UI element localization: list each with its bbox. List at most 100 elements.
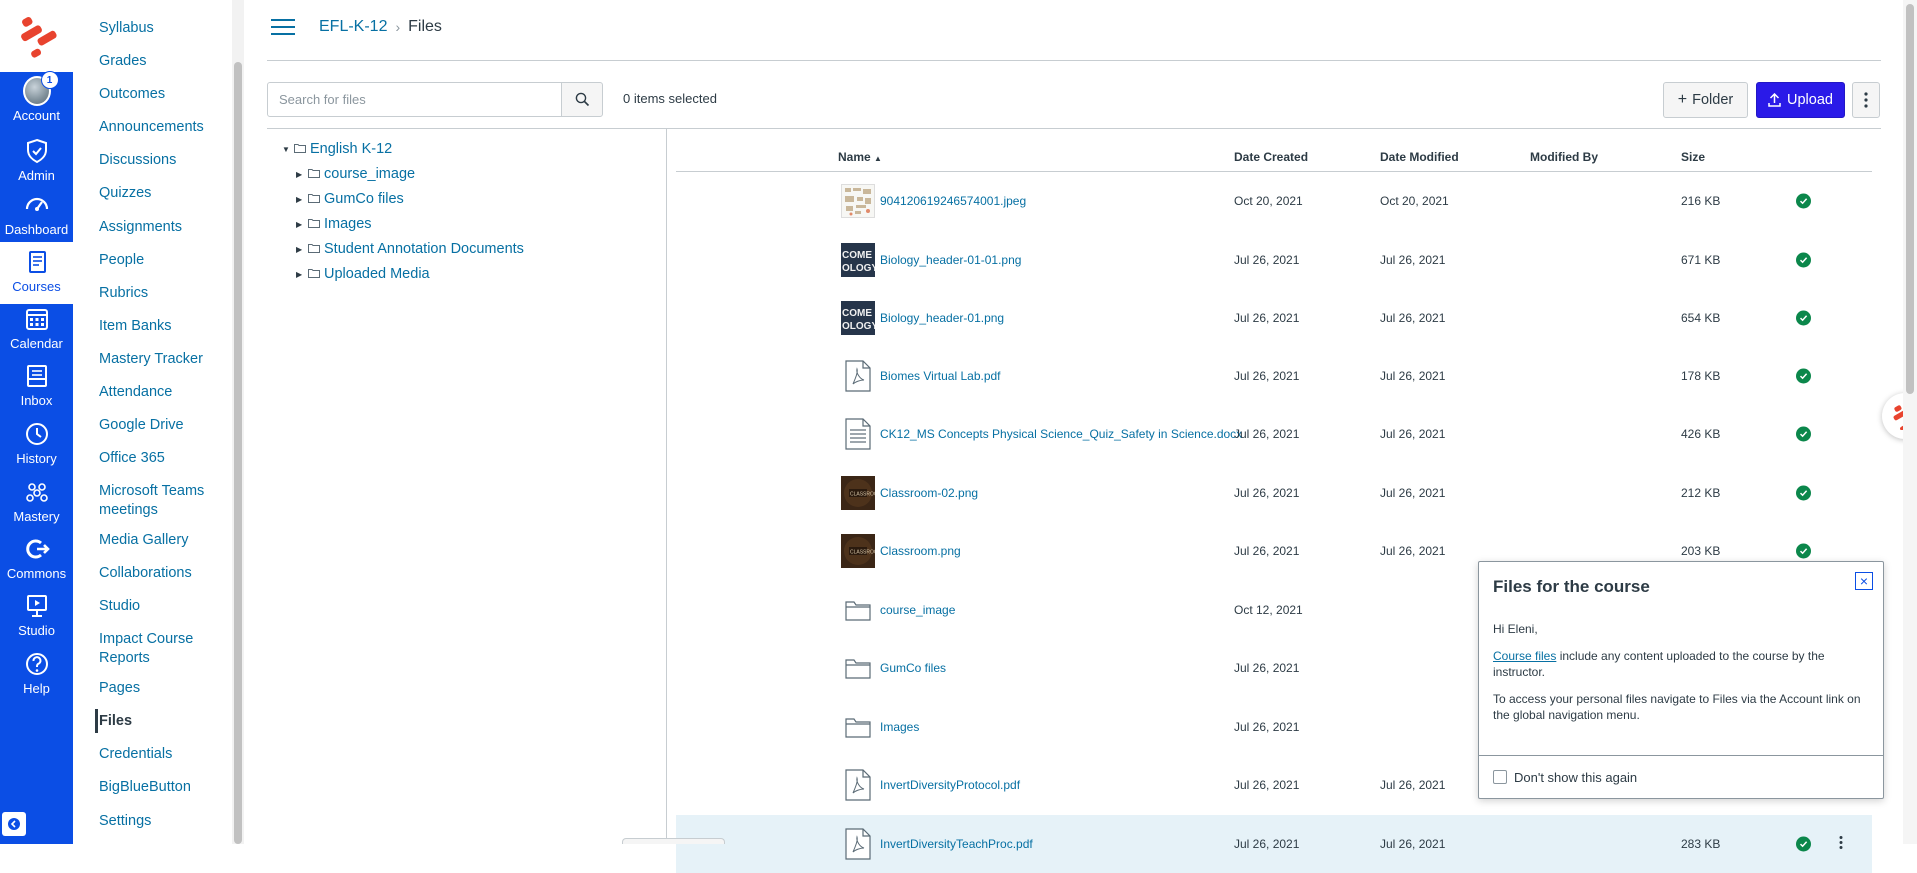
- course-nav-people[interactable]: People: [99, 251, 224, 270]
- add-folder-button[interactable]: + Folder: [1663, 82, 1748, 118]
- published-check-icon[interactable]: [1796, 252, 1811, 268]
- course-nav-impact-course-reports[interactable]: Impact Course Reports: [99, 630, 224, 668]
- course-nav-announcements[interactable]: Announcements: [99, 118, 224, 137]
- course-nav-item-banks[interactable]: Item Banks: [99, 317, 224, 336]
- more-options-button[interactable]: [1852, 82, 1880, 118]
- table-row[interactable]: CK12_MS Concepts Physical Science_Quiz_S…: [676, 405, 1872, 463]
- course-nav-outcomes[interactable]: Outcomes: [99, 85, 224, 104]
- course-nav-files[interactable]: Files: [99, 712, 224, 731]
- course-nav-scrollbar[interactable]: [232, 0, 244, 844]
- close-icon[interactable]: ×: [1855, 572, 1873, 590]
- search-button[interactable]: [561, 82, 603, 117]
- file-name-link[interactable]: Biology_header-01.png: [880, 311, 1004, 325]
- course-nav-settings[interactable]: Settings: [99, 812, 224, 831]
- table-row[interactable]: InvertDiversityTeachProc.pdf Jul 26, 2021…: [676, 815, 1872, 873]
- gnav-inbox[interactable]: Inbox: [0, 362, 73, 418]
- popup-paragraph-1: Course files include any content uploade…: [1493, 649, 1825, 679]
- gnav-dashboard[interactable]: Dashboard: [0, 191, 73, 247]
- table-row[interactable]: Biomes Virtual Lab.pdf Jul 26, 2021 Jul 26…: [676, 347, 1872, 405]
- dont-show-checkbox[interactable]: [1493, 770, 1507, 784]
- published-check-icon[interactable]: [1796, 310, 1811, 326]
- tree-folder[interactable]: ▶ Uploaded Media: [296, 266, 430, 282]
- file-name-link[interactable]: InvertDiversityTeachProc.pdf: [880, 837, 1033, 851]
- tree-folder[interactable]: ▶ Images: [296, 216, 372, 232]
- file-name-link[interactable]: Classroom.png: [880, 544, 961, 558]
- col-modified-by-header[interactable]: Modified By: [1530, 150, 1598, 164]
- file-name-link[interactable]: Images: [880, 720, 919, 734]
- gnav-courses[interactable]: Courses: [0, 242, 73, 304]
- canvas-logo[interactable]: [0, 0, 73, 72]
- file-name-link[interactable]: Classroom-02.png: [880, 486, 978, 500]
- gnav-admin[interactable]: Admin: [0, 137, 73, 193]
- course-nav-modules[interactable]: Modules: [99, 0, 224, 6]
- course-nav-syllabus[interactable]: Syllabus: [99, 19, 224, 38]
- published-check-icon[interactable]: [1796, 485, 1811, 501]
- course-nav-credentials[interactable]: Credentials: [99, 745, 224, 764]
- col-name-header[interactable]: Name ▲: [838, 150, 882, 164]
- breadcrumb-course-link[interactable]: EFL-K-12: [319, 18, 387, 36]
- upload-button[interactable]: Upload: [1756, 82, 1845, 118]
- table-row[interactable]: 904120619246574001.jpeg Oct 20, 2021 Oct 2…: [676, 172, 1872, 230]
- hamburger-menu-icon[interactable]: [271, 19, 295, 37]
- gnav-account[interactable]: 1 Account: [0, 71, 73, 133]
- search-files-input[interactable]: [267, 82, 562, 117]
- published-check-icon[interactable]: [1796, 543, 1811, 559]
- course-nav-microsoft-teams-meetings[interactable]: Microsoft Teams meetings: [99, 482, 224, 520]
- caret-right-icon[interactable]: ▶: [296, 245, 304, 254]
- file-name-link[interactable]: CK12_MS Concepts Physical Science_Quiz_S…: [880, 427, 1242, 441]
- table-row[interactable]: COME OLOGY Biology_header-01.png Jul 26, 20…: [676, 289, 1872, 347]
- caret-right-icon[interactable]: ▶: [296, 220, 304, 229]
- course-nav-pages[interactable]: Pages: [99, 679, 224, 698]
- file-name-link[interactable]: 904120619246574001.jpeg: [880, 194, 1026, 208]
- course-nav-studio[interactable]: Studio: [99, 597, 224, 616]
- file-name-link[interactable]: Biology_header-01-01.png: [880, 253, 1021, 267]
- tree-resize-handle[interactable]: [622, 838, 725, 844]
- tree-root[interactable]: ▼ English K-12: [282, 141, 392, 157]
- tree-folder[interactable]: ▶ course_image: [296, 166, 415, 182]
- published-check-icon[interactable]: [1796, 836, 1811, 852]
- course-nav-google-drive[interactable]: Google Drive: [99, 416, 224, 435]
- course-nav-rubrics[interactable]: Rubrics: [99, 284, 224, 303]
- course-files-link[interactable]: Course files: [1493, 649, 1556, 663]
- course-nav-collaborations[interactable]: Collaborations: [99, 564, 224, 583]
- caret-right-icon[interactable]: ▶: [296, 270, 304, 279]
- gnav-mastery[interactable]: Mastery: [0, 478, 73, 534]
- caret-down-icon[interactable]: ▼: [282, 145, 290, 154]
- course-nav-discussions[interactable]: Discussions: [99, 151, 224, 170]
- collapse-nav-button[interactable]: [2, 812, 26, 836]
- published-check-icon[interactable]: [1796, 368, 1811, 384]
- gnav-studio[interactable]: Studio: [0, 592, 73, 648]
- gnav-calendar[interactable]: Calendar: [0, 305, 73, 361]
- file-name-link[interactable]: GumCo files: [880, 661, 946, 675]
- row-kebab-menu-icon[interactable]: [1839, 836, 1843, 853]
- course-nav-assignments[interactable]: Assignments: [99, 218, 224, 237]
- course-nav-quizzes[interactable]: Quizzes: [99, 184, 224, 203]
- course-nav-office-365[interactable]: Office 365: [99, 449, 224, 468]
- course-nav-bigbluebutton[interactable]: BigBlueButton: [99, 778, 224, 797]
- file-size: 178 KB: [1681, 369, 1721, 383]
- file-name-link[interactable]: Biomes Virtual Lab.pdf: [880, 369, 1001, 383]
- caret-right-icon[interactable]: ▶: [296, 195, 304, 204]
- tree-divider[interactable]: [666, 129, 667, 844]
- col-size-header[interactable]: Size: [1681, 150, 1705, 164]
- table-row[interactable]: CLASSROOM Classroom-02.png Jul 26, 2021 Jul…: [676, 464, 1872, 522]
- published-check-icon[interactable]: [1796, 426, 1811, 442]
- file-name-link[interactable]: InvertDiversityProtocol.pdf: [880, 778, 1020, 792]
- gnav-commons[interactable]: Commons: [0, 535, 73, 591]
- dont-show-label[interactable]: Don't show this again: [1514, 770, 1637, 785]
- col-modified-header[interactable]: Date Modified: [1380, 150, 1459, 164]
- course-nav-mastery-tracker[interactable]: Mastery Tracker: [99, 350, 224, 369]
- course-nav-media-gallery[interactable]: Media Gallery: [99, 531, 224, 550]
- gnav-help[interactable]: Help: [0, 650, 73, 706]
- file-name-link[interactable]: course_image: [880, 603, 955, 617]
- tree-folder[interactable]: ▶ Student Annotation Documents: [296, 241, 524, 257]
- course-nav-grades[interactable]: Grades: [99, 52, 224, 71]
- gnav-history[interactable]: History: [0, 420, 73, 476]
- table-row[interactable]: COME OLOGY Biology_header-01-01.png Jul 26,…: [676, 231, 1872, 289]
- tree-folder[interactable]: ▶ GumCo files: [296, 191, 404, 207]
- col-created-header[interactable]: Date Created: [1234, 150, 1308, 164]
- page-scrollbar[interactable]: [1903, 0, 1917, 844]
- course-nav-attendance[interactable]: Attendance: [99, 383, 224, 402]
- published-check-icon[interactable]: [1796, 193, 1811, 209]
- caret-right-icon[interactable]: ▶: [296, 170, 304, 179]
